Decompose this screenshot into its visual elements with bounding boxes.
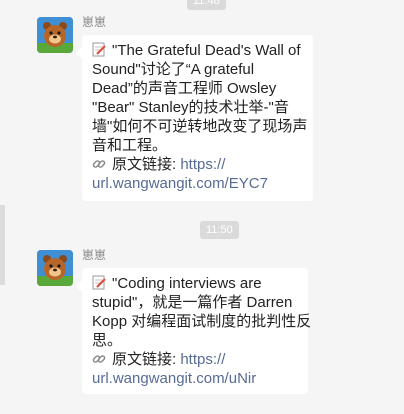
link-icon bbox=[92, 355, 106, 363]
message-text-line: Sound"讨论了“A grateful bbox=[92, 61, 255, 78]
message-text-line: Dead”的声音工程师 Owsley bbox=[92, 80, 277, 97]
link-label: 原文链接: bbox=[112, 156, 177, 173]
link-label: 原文链接: bbox=[112, 351, 177, 368]
link-url[interactable]: https:// bbox=[180, 156, 225, 173]
memo-icon bbox=[92, 42, 106, 57]
avatar[interactable] bbox=[37, 17, 73, 53]
link-url[interactable]: url.wangwangit.com/uNir bbox=[92, 369, 298, 388]
message-bubble[interactable]: "The Grateful Dead's Wall of Sound"讨论了“A… bbox=[76, 35, 313, 201]
message-text-line: "The Grateful Dead's Wall of bbox=[112, 42, 301, 59]
message-text-line: "Coding interviews are bbox=[112, 275, 262, 292]
bear-cartoon-avatar-icon bbox=[37, 17, 73, 53]
message-text-line: 音和工程。 bbox=[92, 137, 168, 154]
message-text-line: "Bear" Stanley的技术壮举-"音 bbox=[92, 99, 289, 116]
timestamp-top: 11:48 bbox=[187, 0, 226, 10]
link-url[interactable]: url.wangwangit.com/EYC7 bbox=[92, 174, 303, 193]
bear-cartoon-avatar-icon bbox=[37, 250, 73, 286]
message-bubble[interactable]: "Coding interviews are stupid"，就是一篇作者 Da… bbox=[76, 268, 312, 394]
avatar[interactable] bbox=[37, 250, 73, 286]
message-text-line: stupid"，就是一篇作者 Darren bbox=[92, 294, 293, 311]
link-icon bbox=[92, 160, 106, 168]
timestamp-mid: 11:50 bbox=[200, 221, 239, 239]
memo-icon bbox=[92, 275, 106, 290]
message-text-line: 墙"如何不可逆转地改变了现场声 bbox=[92, 118, 308, 135]
message-text-line: Kopp 对编程面试制度的批判性反 bbox=[92, 313, 312, 330]
scrollbar[interactable] bbox=[0, 205, 5, 285]
message-text-line: 思。 bbox=[92, 332, 123, 349]
link-url[interactable]: https:// bbox=[180, 351, 225, 368]
sender-name: 崽崽 bbox=[82, 15, 107, 29]
sender-name: 崽崽 bbox=[82, 248, 107, 262]
